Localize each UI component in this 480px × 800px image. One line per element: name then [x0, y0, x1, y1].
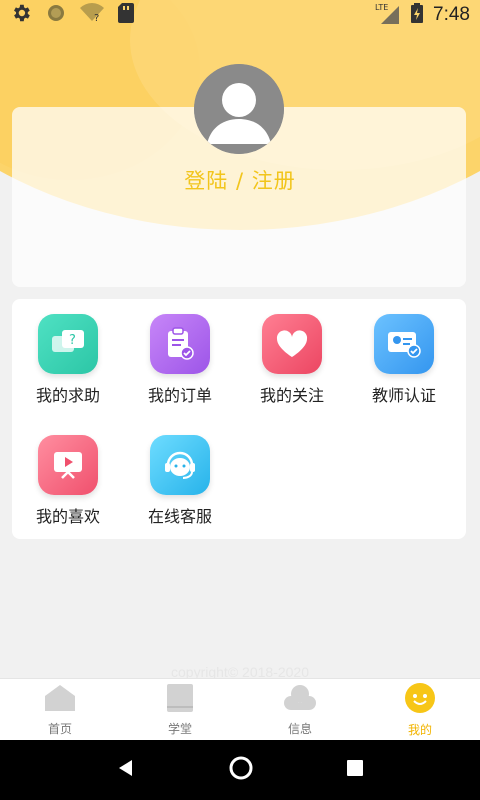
network-type-label: LTE — [375, 3, 388, 12]
status-bar: ? LTE 7:48 — [0, 0, 480, 30]
tab-label: 信息 — [287, 721, 312, 736]
menu-item-my-help[interactable]: ? 我的求助 — [12, 314, 124, 406]
signal-icon: LTE — [375, 2, 401, 28]
menu-item-online-service[interactable]: 在线客服 — [124, 435, 236, 527]
sd-card-icon — [118, 3, 134, 27]
menu-item-label: 我的喜欢 — [35, 507, 100, 526]
home-circle-icon[interactable] — [228, 755, 254, 785]
menu-item-label: 在线客服 — [147, 507, 212, 526]
tab-label: 学堂 — [167, 721, 192, 736]
video-play-icon — [38, 435, 98, 495]
message-cloud-icon — [283, 683, 317, 717]
menu-item-label: 我的关注 — [259, 386, 324, 405]
tab-mine[interactable]: 我的 — [360, 679, 480, 740]
tab-home[interactable]: 首页 — [0, 679, 120, 740]
menu-grid: ? 我的求助 我的订单 我的关注 教师认证 我的喜欢 在线客服 — [12, 299, 466, 539]
help-chat-icon: ? — [38, 314, 98, 374]
teacher-id-card-icon — [374, 314, 434, 374]
status-time: 7:48 — [433, 4, 470, 25]
tab-label: 我的 — [407, 722, 432, 737]
system-navigation-bar — [0, 740, 480, 800]
menu-item-teacher-verification[interactable]: 教师认证 — [348, 314, 460, 406]
svg-text:?: ? — [94, 13, 99, 23]
bottom-tab-bar: 首页 学堂 信息 我的 — [0, 678, 480, 740]
battery-charging-icon — [411, 3, 424, 27]
circle-icon — [46, 3, 66, 27]
login-register-link[interactable]: 登陆 / 注册 — [0, 165, 480, 195]
order-clipboard-icon — [150, 314, 210, 374]
gear-icon — [10, 2, 32, 28]
tab-school[interactable]: 学堂 — [120, 679, 240, 740]
book-icon — [165, 683, 195, 717]
smiley-face-icon — [404, 682, 436, 718]
recents-square-icon[interactable] — [346, 759, 364, 781]
menu-item-label: 我的订单 — [147, 386, 212, 405]
tab-messages[interactable]: 信息 — [240, 679, 360, 740]
customer-service-icon — [150, 435, 210, 495]
menu-item-label: 教师认证 — [371, 386, 436, 405]
home-icon — [43, 683, 77, 717]
heart-icon — [262, 314, 322, 374]
menu-item-my-likes[interactable]: 我的喜欢 — [12, 435, 124, 527]
menu-item-my-orders[interactable]: 我的订单 — [124, 314, 236, 406]
back-icon[interactable] — [116, 758, 136, 782]
wifi-unknown-icon: ? — [80, 3, 104, 27]
svg-text:?: ? — [69, 333, 76, 348]
tab-label: 首页 — [47, 721, 72, 736]
menu-item-label: 我的求助 — [35, 386, 100, 405]
default-avatar-icon[interactable] — [194, 64, 284, 154]
menu-item-my-follows[interactable]: 我的关注 — [236, 314, 348, 406]
